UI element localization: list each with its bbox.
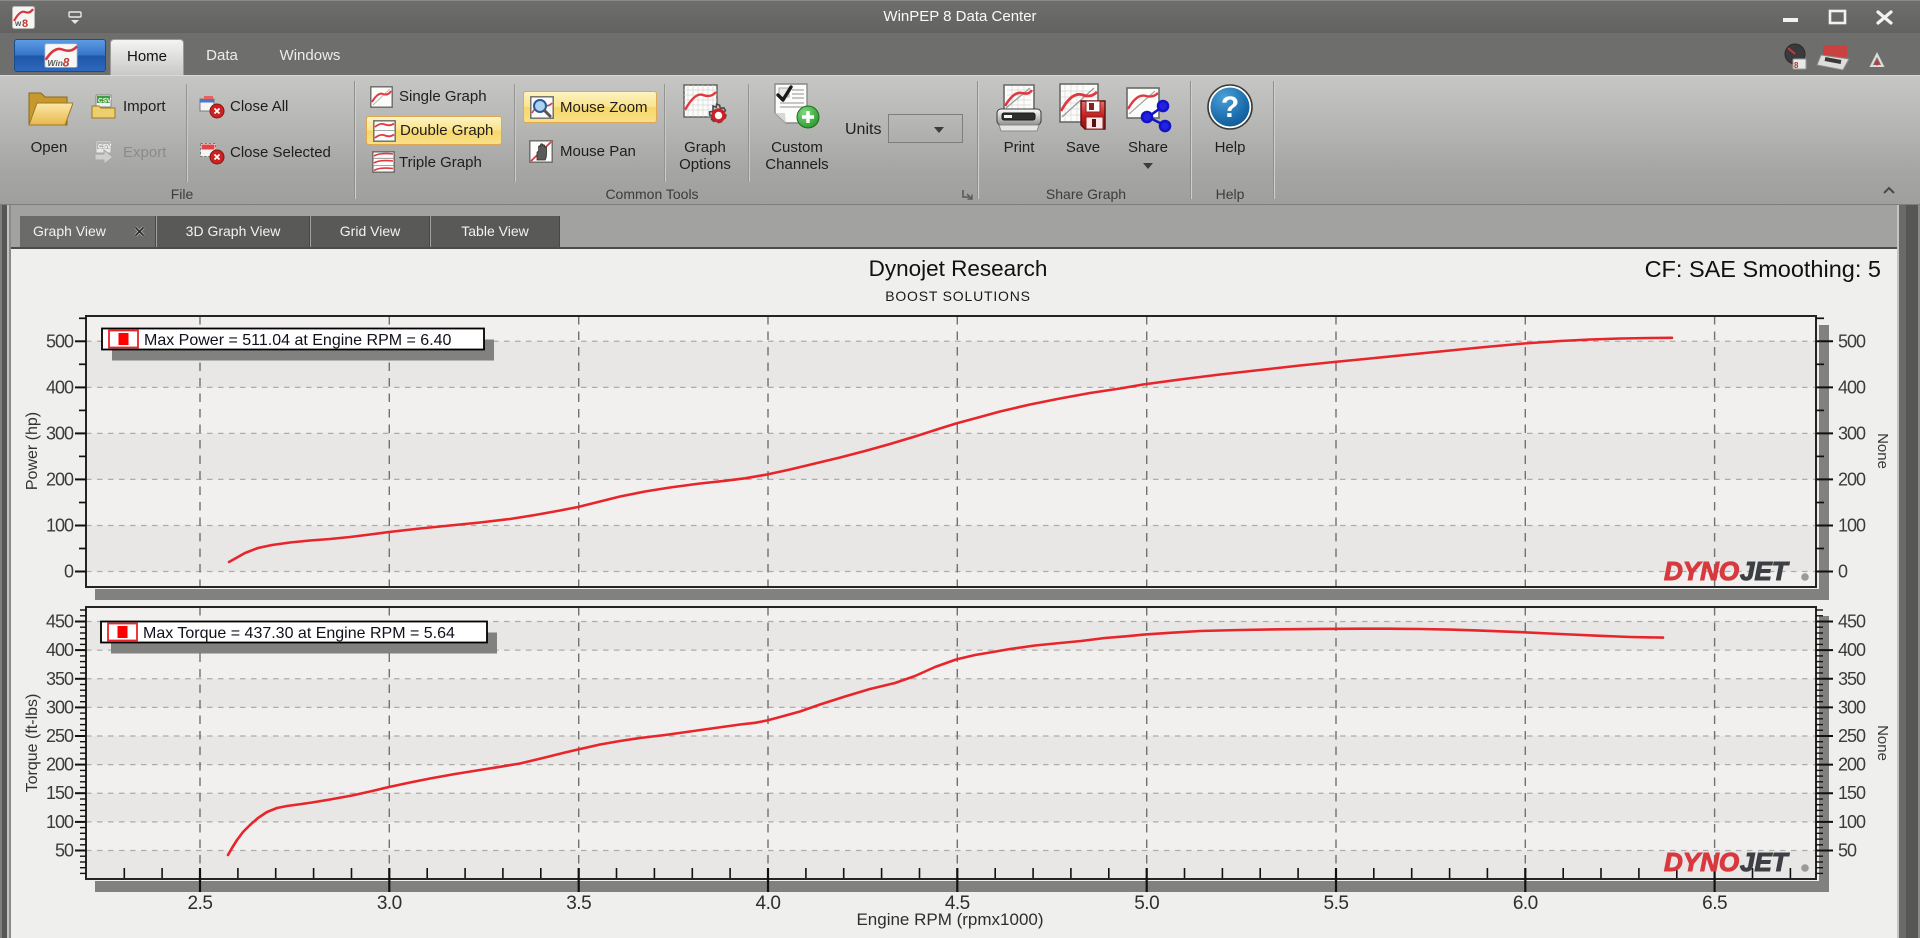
- svg-text:Max Torque = 437.30 at Engine: Max Torque = 437.30 at Engine RPM = 5.64: [143, 625, 455, 642]
- svg-text:CSV: CSV: [98, 98, 112, 105]
- svg-text:CF: SAE Smoothing: 5: CF: SAE Smoothing: 5: [1645, 256, 1881, 282]
- svg-text:BOOST SOLUTIONS: BOOST SOLUTIONS: [885, 288, 1031, 304]
- svg-text:Torque (ft-lbs): Torque (ft-lbs): [24, 694, 41, 793]
- svg-text:300: 300: [1838, 697, 1866, 717]
- svg-text:None: None: [1874, 433, 1891, 469]
- svg-text:350: 350: [46, 669, 74, 689]
- svg-text:450: 450: [46, 612, 74, 632]
- svg-text:250: 250: [1838, 726, 1866, 746]
- svg-text:200: 200: [1838, 469, 1866, 489]
- svg-text:DYNO: DYNO: [1664, 847, 1739, 877]
- svg-text:100: 100: [1838, 812, 1866, 832]
- svg-text:w: w: [14, 19, 22, 28]
- svg-text:50: 50: [1838, 841, 1857, 861]
- svg-text:300: 300: [1838, 423, 1866, 443]
- svg-text:150: 150: [1838, 783, 1866, 803]
- svg-text:6.0: 6.0: [1513, 893, 1538, 914]
- svg-text:0: 0: [64, 562, 74, 582]
- svg-text:400: 400: [46, 377, 74, 397]
- svg-text:50: 50: [55, 841, 74, 861]
- svg-text:350: 350: [1838, 669, 1866, 689]
- svg-text:500: 500: [1838, 331, 1866, 351]
- svg-text:JET: JET: [1740, 847, 1790, 877]
- svg-text:Engine RPM (rpmx1000): Engine RPM (rpmx1000): [856, 910, 1043, 929]
- svg-text:100: 100: [46, 812, 74, 832]
- svg-text:5.5: 5.5: [1324, 893, 1349, 914]
- svg-text:Win: Win: [47, 58, 63, 68]
- svg-text:450: 450: [1838, 612, 1866, 632]
- svg-text:Power (hp): Power (hp): [24, 412, 41, 490]
- svg-text:3.0: 3.0: [377, 893, 402, 914]
- svg-text:4.0: 4.0: [756, 893, 781, 914]
- svg-text:8: 8: [22, 18, 28, 29]
- svg-text:Max Power = 511.04 at Engine R: Max Power = 511.04 at Engine RPM = 6.40: [144, 332, 452, 349]
- svg-text:100: 100: [46, 516, 74, 536]
- svg-text:6.5: 6.5: [1702, 893, 1727, 914]
- svg-text:0: 0: [1838, 562, 1848, 582]
- svg-text:?: ?: [1221, 91, 1239, 124]
- svg-text:CSV: CSV: [98, 144, 112, 151]
- svg-text:3.5: 3.5: [566, 893, 591, 914]
- svg-text:8: 8: [1794, 61, 1799, 70]
- svg-text:150: 150: [46, 783, 74, 803]
- svg-text:500: 500: [46, 331, 74, 351]
- svg-text:8: 8: [63, 56, 70, 70]
- svg-text:400: 400: [1838, 377, 1866, 397]
- svg-text:Dynojet Research: Dynojet Research: [869, 256, 1048, 281]
- svg-text:5.0: 5.0: [1134, 893, 1159, 914]
- svg-text:JET: JET: [1740, 556, 1790, 586]
- svg-text:200: 200: [1838, 755, 1866, 775]
- svg-text:300: 300: [46, 423, 74, 443]
- svg-text:DYNO: DYNO: [1664, 556, 1739, 586]
- svg-text:250: 250: [46, 726, 74, 746]
- svg-text:400: 400: [46, 640, 74, 660]
- svg-text:400: 400: [1838, 640, 1866, 660]
- svg-text:200: 200: [46, 755, 74, 775]
- svg-text:200: 200: [46, 469, 74, 489]
- svg-text:300: 300: [46, 697, 74, 717]
- svg-text:100: 100: [1838, 516, 1866, 536]
- svg-text:None: None: [1874, 725, 1891, 761]
- svg-text:2.5: 2.5: [188, 893, 213, 914]
